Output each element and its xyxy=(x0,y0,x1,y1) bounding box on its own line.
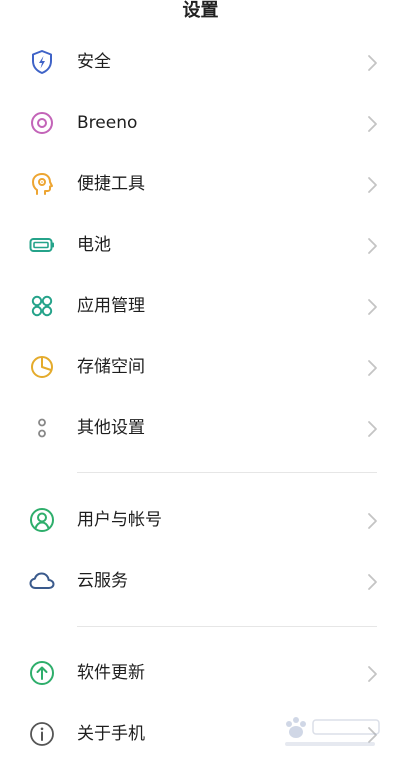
settings-item-shortcuts[interactable]: 便捷工具 xyxy=(0,154,401,212)
shield-icon xyxy=(28,48,56,76)
settings-item-storage[interactable]: 存储空间 xyxy=(0,337,401,395)
cloud-icon xyxy=(28,567,56,595)
chevron-right-icon xyxy=(365,512,379,530)
breeno-ring-icon xyxy=(28,109,56,137)
settings-item-security[interactable]: 安全 xyxy=(0,32,401,90)
settings-item-label: 关于手机 xyxy=(77,724,145,744)
chevron-right-icon xyxy=(365,298,379,316)
chevron-right-icon xyxy=(365,176,379,194)
group-divider xyxy=(77,472,377,473)
settings-item-label: 其他设置 xyxy=(77,418,145,438)
apps-grid-icon xyxy=(28,292,56,320)
settings-item-label: 安全 xyxy=(77,52,111,72)
user-circle-icon xyxy=(28,506,56,534)
settings-item-label: Breeno xyxy=(77,113,138,133)
settings-item-breeno[interactable]: Breeno xyxy=(0,93,401,151)
settings-item-battery[interactable]: 电池 xyxy=(0,215,401,273)
arrow-up-circle-icon xyxy=(28,659,56,687)
settings-item-app-management[interactable]: 应用管理 xyxy=(0,276,401,334)
battery-icon xyxy=(28,231,56,259)
settings-item-label: 存储空间 xyxy=(77,357,145,377)
chevron-right-icon xyxy=(365,237,379,255)
settings-item-label: 便捷工具 xyxy=(77,174,145,194)
settings-item-label: 用户与帐号 xyxy=(77,510,162,530)
chevron-right-icon xyxy=(365,115,379,133)
group-divider xyxy=(77,626,377,627)
chevron-right-icon xyxy=(365,665,379,683)
settings-item-label: 软件更新 xyxy=(77,663,145,683)
head-gear-icon xyxy=(28,170,56,198)
chevron-right-icon xyxy=(365,359,379,377)
more-dots-icon xyxy=(28,414,56,442)
settings-item-software-update[interactable]: 软件更新 xyxy=(0,643,401,701)
settings-item-users-accounts[interactable]: 用户与帐号 xyxy=(0,490,401,548)
chevron-right-icon xyxy=(365,573,379,591)
settings-item-other-settings[interactable]: 其他设置 xyxy=(0,398,401,456)
settings-item-label: 应用管理 xyxy=(77,296,145,316)
info-icon xyxy=(28,720,56,748)
pie-chart-icon xyxy=(28,353,56,381)
settings-list: 安全 Breeno 便捷工具 电池 应用管理 存储空间 其他设置 用户与帐号 云… xyxy=(0,0,401,770)
settings-item-cloud-service[interactable]: 云服务 xyxy=(0,551,401,609)
chevron-right-icon xyxy=(365,54,379,72)
settings-item-label: 电池 xyxy=(77,235,111,255)
chevron-right-icon xyxy=(365,420,379,438)
settings-item-label: 云服务 xyxy=(77,571,128,591)
watermark-logo xyxy=(275,712,385,752)
